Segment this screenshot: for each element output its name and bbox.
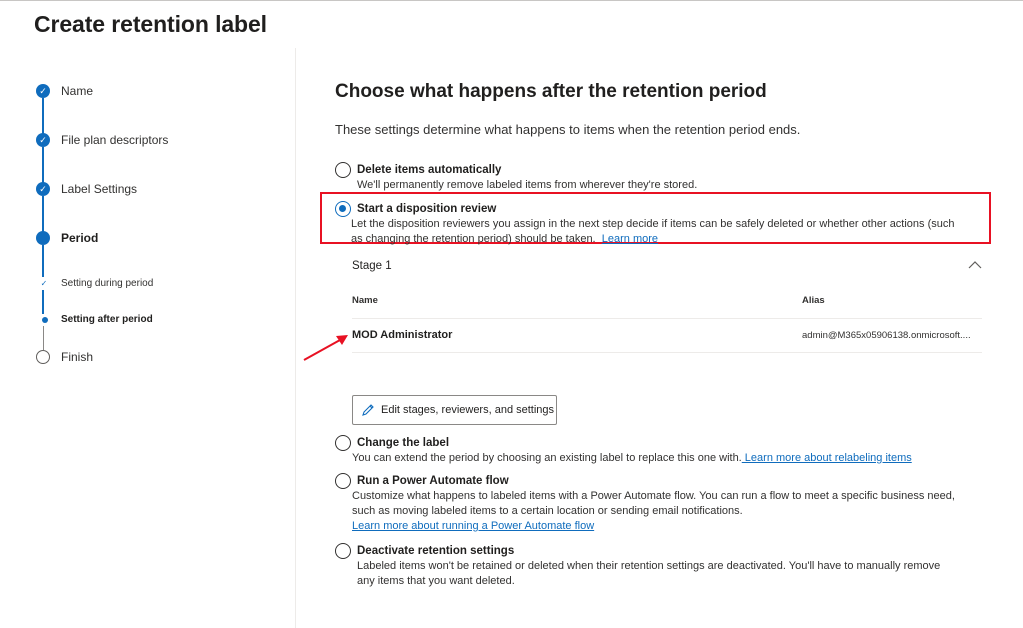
red-arrow-icon <box>303 335 348 361</box>
section-title: Choose what happens after the retention … <box>335 81 767 102</box>
wizard-step-finish[interactable]: Finish <box>36 350 93 364</box>
check-icon: ✓ <box>36 133 50 147</box>
radio-power-automate[interactable] <box>335 473 351 489</box>
current-substep-icon <box>40 316 48 324</box>
top-divider <box>0 0 1023 1</box>
wizard-substep-after[interactable]: Setting after period <box>40 314 153 325</box>
radio-change-label[interactable] <box>335 435 351 451</box>
check-icon: ✓ <box>40 279 48 288</box>
edit-button-label: Edit stages, reviewers, and settings <box>381 404 555 416</box>
step-label: File plan descriptors <box>61 133 169 147</box>
step-connector <box>42 147 44 183</box>
section-intro: These settings determine what happens to… <box>335 122 801 137</box>
chevron-up-icon[interactable] <box>968 260 982 270</box>
step-label: Finish <box>61 350 94 364</box>
wizard-substep-during[interactable]: ✓ Setting during period <box>40 278 154 289</box>
row-divider <box>352 318 982 319</box>
step-label: Period <box>61 231 99 245</box>
option-title: Deactivate retention settings <box>357 545 515 557</box>
option-title: Start a disposition review <box>357 203 497 215</box>
pencil-icon <box>362 404 374 416</box>
reviewer-alias: admin@M365x05906138.onmicrosoft.... <box>802 330 971 341</box>
substep-label: Setting after period <box>61 314 153 325</box>
radio-deactivate[interactable] <box>335 543 351 559</box>
stage-header: Stage 1 <box>352 260 392 272</box>
option-title: Run a Power Automate flow <box>357 475 509 487</box>
wizard-step-file-plan[interactable]: ✓ File plan descriptors <box>36 133 168 147</box>
wizard-step-name[interactable]: ✓ Name <box>36 84 93 98</box>
substep-label: Setting during period <box>61 278 154 289</box>
column-header-name[interactable]: Name <box>352 295 378 306</box>
power-automate-learn-more-link[interactable]: Learn more about running a Power Automat… <box>352 520 594 532</box>
step-connector <box>42 245 44 277</box>
reviewer-name: MOD Administrator <box>352 329 453 341</box>
option-description: You can extend the period by choosing an… <box>352 452 912 464</box>
step-label: Name <box>61 84 94 98</box>
option-title: Delete items automatically <box>357 164 502 176</box>
step-connector <box>42 196 44 232</box>
option-description: Labeled items won't be retained or delet… <box>357 560 941 587</box>
option-title: Change the label <box>357 437 450 449</box>
step-connector <box>42 290 44 314</box>
step-connector <box>43 326 44 350</box>
check-icon: ✓ <box>36 84 50 98</box>
learn-more-link[interactable]: Learn more <box>602 233 658 245</box>
option-description: We'll permanently remove labeled items f… <box>357 179 698 191</box>
pending-step-icon <box>36 350 50 364</box>
edit-stages-button[interactable]: Edit stages, reviewers, and settings <box>352 395 557 425</box>
wizard-step-label-settings[interactable]: ✓ Label Settings <box>36 182 137 196</box>
step-label: Label Settings <box>61 182 138 196</box>
page-title: Create retention label <box>34 11 267 37</box>
row-divider <box>352 352 982 353</box>
option-description: Let the disposition reviewers you assign… <box>351 218 955 245</box>
wizard-step-period[interactable]: Period <box>36 231 98 245</box>
step-connector <box>42 98 44 134</box>
current-step-icon <box>36 231 50 245</box>
check-icon: ✓ <box>36 182 50 196</box>
column-header-alias[interactable]: Alias <box>802 295 825 306</box>
radio-delete-automatically[interactable] <box>335 162 351 178</box>
option-description: Customize what happens to labeled items … <box>352 490 955 532</box>
relabel-learn-more-link[interactable]: Learn more about relabeling items <box>742 452 912 464</box>
radio-disposition-review[interactable] <box>335 201 351 217</box>
